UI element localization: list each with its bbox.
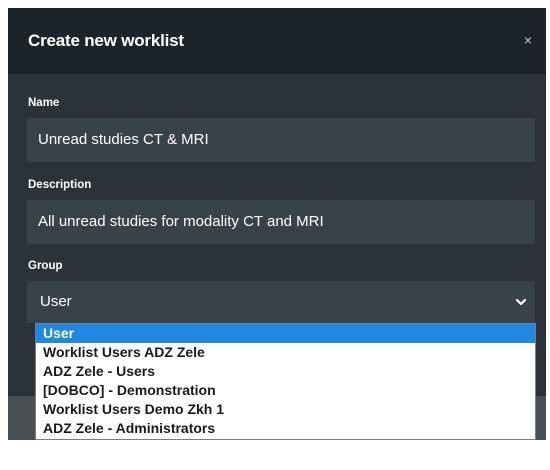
description-field[interactable] — [27, 200, 535, 244]
group-select-value: User — [40, 293, 72, 310]
group-dropdown-list: User Worklist Users ADZ Zele ADZ Zele - … — [35, 323, 536, 440]
dropdown-option[interactable]: ADZ Zele - Administrators — [36, 419, 535, 438]
dropdown-option[interactable]: User — [36, 324, 535, 343]
name-field[interactable] — [27, 118, 535, 162]
dropdown-option[interactable]: ADZ Zele - Users — [36, 362, 535, 381]
dropdown-option[interactable]: [DOBCO] - Demonstration — [36, 381, 535, 400]
chevron-down-icon — [515, 298, 527, 306]
close-icon[interactable]: × — [518, 30, 538, 50]
group-label: Group — [28, 260, 63, 272]
description-label: Description — [28, 179, 92, 191]
dropdown-option[interactable]: Worklist Users ADZ Zele — [36, 343, 535, 362]
name-label: Name — [28, 97, 60, 109]
dialog-title: Create new worklist — [28, 31, 184, 50]
group-select[interactable]: User — [27, 281, 535, 323]
dropdown-option[interactable]: Worklist Users Demo Zkh 1 — [36, 400, 535, 419]
